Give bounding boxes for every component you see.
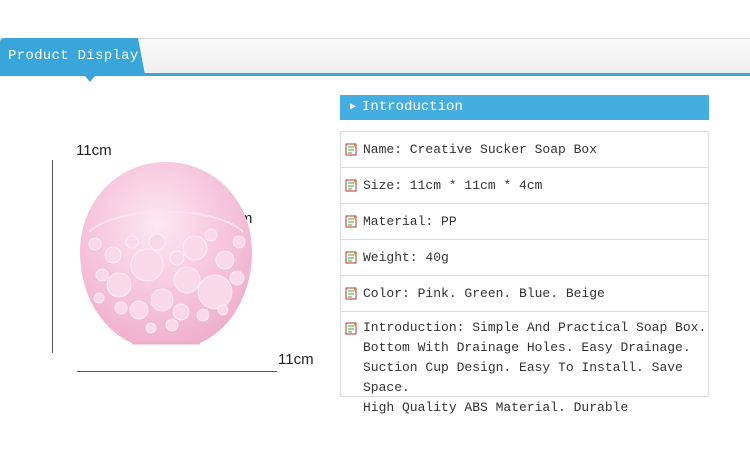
list-item-size: Size: 11cm * 11cm * 4cm xyxy=(340,168,709,204)
list-item-material: Material: PP xyxy=(340,204,709,240)
list-item-text-line: Introduction: Simple And Practical Soap … xyxy=(363,320,707,335)
list-item-color: Color: Pink. Green. Blue. Beige xyxy=(340,276,709,312)
introduction-list: Name: Creative Sucker Soap Box Size: 11c… xyxy=(340,131,709,415)
list-item-text: Size: 11cm * 11cm * 4cm xyxy=(363,178,543,193)
notepad-edit-icon xyxy=(345,143,357,156)
height-dimension-label: 11cm xyxy=(76,142,112,159)
section-title: Product Display xyxy=(8,48,139,64)
list-item-introduction: Introduction: Simple And Practical Soap … xyxy=(340,312,709,415)
notepad-edit-icon xyxy=(345,179,357,192)
header-notch xyxy=(85,76,95,82)
list-item-text-line: Bottom With Drainage Holes. Easy Drainag… xyxy=(363,340,691,355)
list-item-weight: Weight: 40g xyxy=(340,240,709,276)
list-item-text: Name: Creative Sucker Soap Box xyxy=(363,142,598,157)
introduction-title: Introduction xyxy=(362,99,463,115)
notepad-edit-icon xyxy=(345,215,357,228)
product-image-soap-box xyxy=(80,162,252,345)
list-item-text: Material: PP xyxy=(363,214,457,229)
notepad-edit-icon xyxy=(345,287,357,300)
notepad-edit-icon xyxy=(345,251,357,264)
list-item-text-line: High Quality ABS Material. Durable xyxy=(363,400,629,415)
triangle-right-icon: ▶ xyxy=(350,102,357,113)
width-dimension-label: 11cm xyxy=(278,351,314,368)
height-dimension-line xyxy=(52,160,53,353)
notepad-edit-icon xyxy=(345,322,357,335)
list-item-text: Weight: 40g xyxy=(363,250,449,265)
list-item-name: Name: Creative Sucker Soap Box xyxy=(340,132,709,168)
width-dimension-line xyxy=(77,371,277,372)
list-item-text-line: Suction Cup Design. Easy To Install. Sav… xyxy=(363,360,683,395)
list-item-text: Color: Pink. Green. Blue. Beige xyxy=(363,286,605,301)
introduction-header: ▶ Introduction xyxy=(340,95,709,120)
